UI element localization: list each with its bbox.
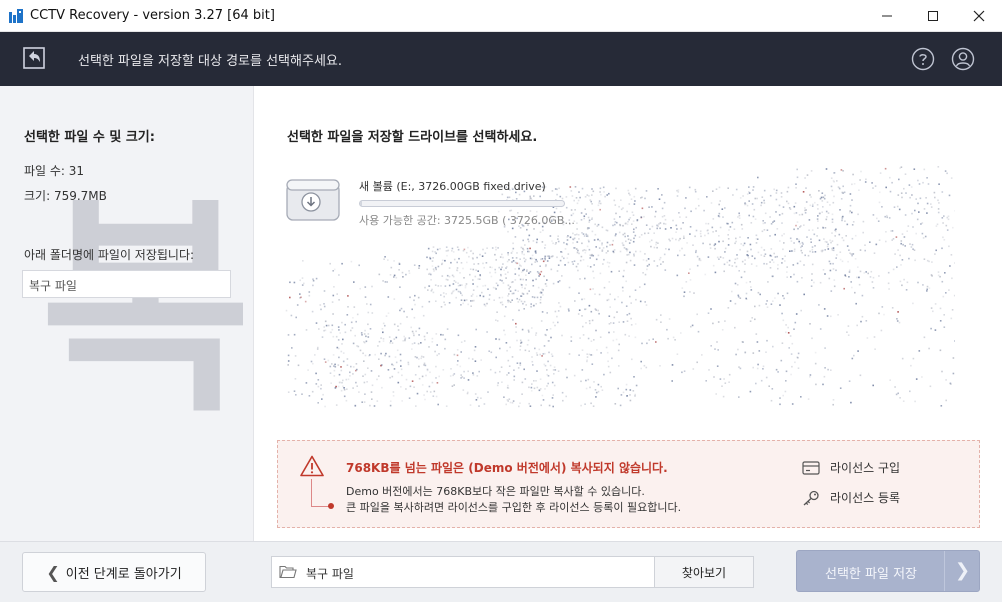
drive-selection-title: 선택한 파일을 저장할 드라이브를 선택하세요. bbox=[287, 130, 538, 145]
selection-summary-panel: 복 선택한 파일 수 및 크기: 파일 수: 31 크기: 759.7MB 아래… bbox=[0, 86, 254, 541]
maximize-button[interactable] bbox=[910, 0, 956, 32]
warning-detail-2: 큰 파일을 복사하려면 라이선스를 구입한 후 라이선스 등록이 필요합니다. bbox=[346, 501, 682, 514]
window-title: CCTV Recovery - version 3.27 [64 bit] bbox=[30, 8, 275, 23]
drive-usage-bar bbox=[359, 200, 565, 207]
summary-title: 선택한 파일 수 및 크기: bbox=[24, 130, 155, 145]
help-icon[interactable] bbox=[911, 47, 935, 71]
back-icon[interactable] bbox=[22, 46, 46, 70]
credit-card-icon bbox=[802, 460, 820, 475]
warning-bullet bbox=[328, 503, 334, 509]
file-count: 파일 수: 31 bbox=[24, 164, 85, 178]
drive-item-e[interactable]: 새 볼륨 (E:, 3726.00GB fixed drive) 사용 가능한 … bbox=[285, 172, 585, 232]
drive-free-space: 사용 가능한 공간: 3725.5GB ( 3726.0GB... bbox=[359, 214, 575, 227]
folder-icon bbox=[279, 565, 297, 579]
file-size: 크기: 759.7MB bbox=[24, 189, 107, 203]
warning-title: 768KB를 넘는 파일은 (Demo 버전에서) 복사되지 않습니다. bbox=[346, 461, 668, 475]
demo-warning-box: 768KB를 넘는 파일은 (Demo 버전에서) 복사되지 않습니다. Dem… bbox=[277, 440, 980, 528]
header-instruction: 선택한 파일을 저장할 대상 경로를 선택해주세요. bbox=[78, 54, 342, 69]
minimize-icon bbox=[882, 15, 892, 17]
minimize-button[interactable] bbox=[864, 0, 910, 32]
previous-step-label: 이전 단계로 돌아가기 bbox=[65, 566, 182, 582]
buy-license-link[interactable]: 라이선스 구입 bbox=[802, 459, 900, 476]
warning-detail-1: Demo 버전에서는 768KB보다 작은 파일만 복사할 수 있습니다. bbox=[346, 485, 645, 498]
app-logo-icon bbox=[8, 8, 24, 24]
bottom-action-bar: ❮ 이전 단계로 돌아가기 복구 파일 찾아보기 선택한 파일 저장 ❯ bbox=[0, 541, 1002, 602]
maximize-icon bbox=[928, 11, 938, 21]
save-selected-files-button[interactable]: 선택한 파일 저장 ❯ bbox=[796, 550, 980, 592]
browse-button[interactable]: 찾아보기 bbox=[654, 556, 754, 588]
close-icon bbox=[973, 10, 985, 22]
hard-drive-icon bbox=[286, 179, 340, 221]
drive-selection-panel: 선택한 파일을 저장할 드라이브를 선택하세요. 새 볼륨 (E:, 3726.… bbox=[255, 86, 1002, 541]
buy-license-label: 라이선스 구입 bbox=[830, 461, 901, 475]
chevron-right-icon: ❯ bbox=[955, 560, 971, 581]
drive-name: 새 볼륨 (E:, 3726.00GB fixed drive) bbox=[359, 180, 546, 193]
close-button[interactable] bbox=[956, 0, 1002, 32]
warning-icon bbox=[300, 455, 324, 477]
register-license-link[interactable]: 라이선스 등록 bbox=[802, 489, 900, 506]
save-button-separator bbox=[944, 551, 945, 591]
save-selected-files-label: 선택한 파일 저장 bbox=[825, 567, 917, 582]
step-header: 선택한 파일을 저장할 대상 경로를 선택해주세요. bbox=[0, 32, 1002, 86]
destination-path-input[interactable]: 복구 파일 bbox=[271, 556, 655, 588]
title-bar: CCTV Recovery - version 3.27 [64 bit] bbox=[0, 0, 1002, 32]
user-icon[interactable] bbox=[951, 47, 975, 71]
demo-watermark: 복 bbox=[40, 177, 252, 444]
previous-step-button[interactable]: ❮ 이전 단계로 돌아가기 bbox=[22, 552, 206, 592]
chevron-left-icon: ❮ bbox=[46, 562, 60, 582]
drive-usage-fill bbox=[360, 201, 363, 206]
folder-name-label: 아래 폴더명에 파일이 저장됩니다: bbox=[24, 248, 195, 262]
key-icon bbox=[803, 490, 819, 505]
register-license-label: 라이선스 등록 bbox=[830, 491, 901, 505]
destination-path-text: 복구 파일 bbox=[306, 567, 354, 581]
folder-name-input[interactable]: 복구 파일 bbox=[22, 270, 231, 298]
